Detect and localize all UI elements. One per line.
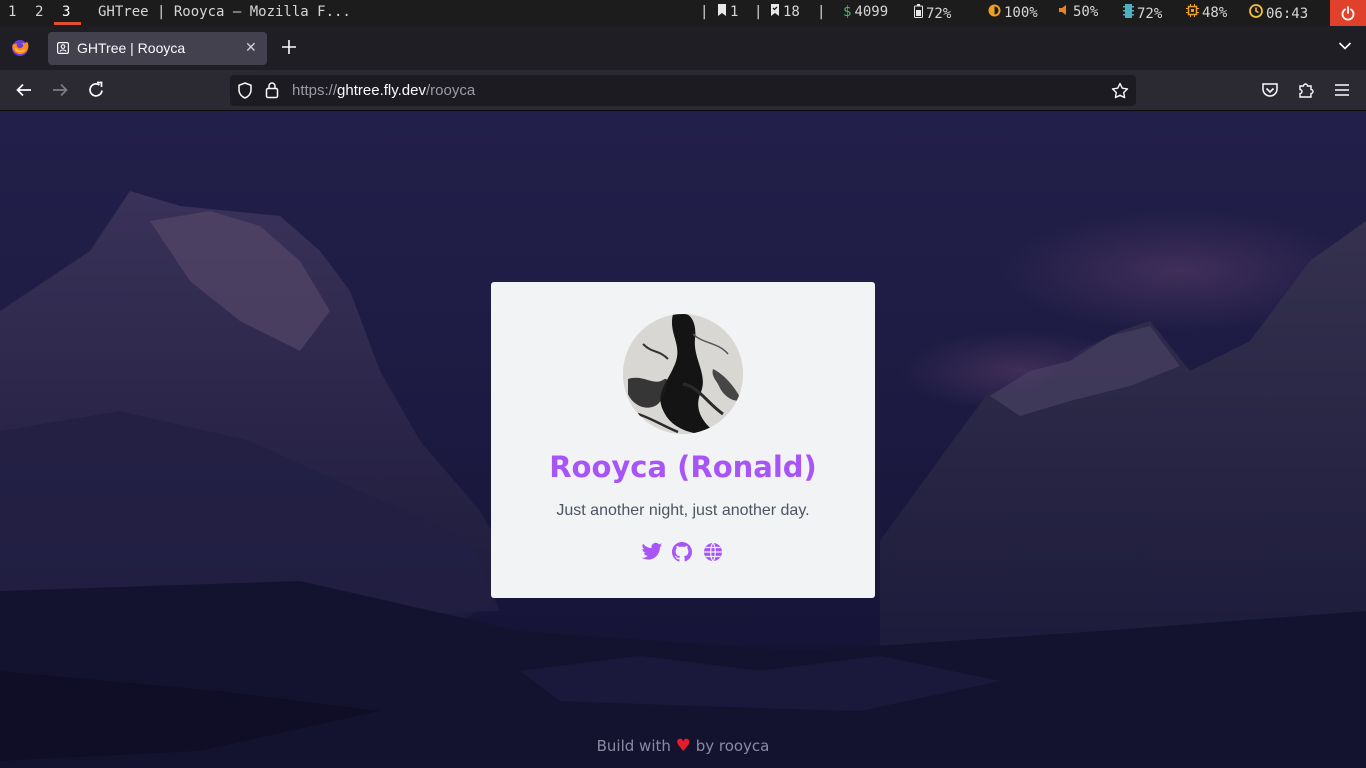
url-scheme: https:// [292,82,338,99]
power-icon [1341,5,1355,20]
firefox-icon [12,40,29,56]
brightness-stat: 100% [988,4,1038,21]
volume-value: 50% [1073,4,1099,20]
new-tab-icon[interactable] [280,38,298,56]
url-host: ghtree.fly.dev [337,82,426,99]
bookmark-icon [718,4,726,16]
website-link[interactable] [703,542,725,564]
hamburger-menu-icon[interactable] [1333,81,1351,99]
extensions-puzzle-icon[interactable] [1297,81,1315,99]
memory-icon [1123,4,1134,18]
battery-icon [914,4,923,18]
forward-arrow-icon[interactable] [51,81,69,99]
tracking-protection-shield-icon[interactable] [237,82,253,99]
cpu-stat: 48% [1186,4,1227,21]
power-button[interactable] [1330,0,1366,26]
url-text[interactable]: https://ghtree.fly.dev/rooyca [292,82,475,99]
bookmarks-count: 1 [717,4,738,20]
page-footer: Build with ♥ by rooyca [0,736,1366,756]
money-value: 4099 [854,4,889,20]
tasks-count: 18 [770,4,800,20]
volume-icon [1059,5,1066,15]
brightness-icon [988,4,1001,17]
cpu-value: 48% [1202,5,1228,21]
separator: | [700,4,709,20]
twitter-icon [641,542,663,560]
twitter-link[interactable] [641,542,663,564]
window-title: GHTree | Rooyca — Mozilla F... [98,4,351,20]
close-tab-icon[interactable]: ✕ [245,40,257,56]
heart-icon: ♥ [675,736,691,756]
volume-stat: 50% [1058,4,1098,20]
back-arrow-icon[interactable] [15,81,33,99]
bookmarks-count-value: 1 [730,4,739,20]
money-stat: $4099 [843,4,888,20]
cpu-icon [1186,4,1199,17]
brightness-value: 100% [1004,5,1038,21]
browser-tab-strip: GHTree | Rooyca ✕ [0,26,1366,70]
avatar [623,314,743,434]
tab-ghtree[interactable]: GHTree | Rooyca ✕ [48,32,267,65]
github-link[interactable] [672,542,694,564]
clock-icon [1249,4,1263,18]
bookmark-star-icon[interactable] [1111,82,1129,99]
workspace-1[interactable]: 1 [8,4,16,20]
system-status-bar: 1 2 3 GHTree | Rooyca — Mozilla F... | 1… [0,0,1366,26]
workspace-3[interactable]: 3 [62,4,70,20]
task-bookmark-icon [771,4,779,16]
profile-bio: Just another night, just another day. [556,502,810,519]
active-workspace-indicator [54,22,81,25]
clock-stat: 06:43 [1249,4,1308,22]
profile-name: Rooyca (Ronald) [549,450,817,484]
tasks-count-value: 18 [783,4,800,20]
memory-value: 72% [1137,6,1163,22]
lock-icon[interactable] [265,81,279,99]
tab-title: GHTree | Rooyca [77,40,186,56]
battery-stat: 72% [914,4,951,22]
url-path: /rooyca [425,82,476,99]
chevron-down-icon[interactable] [1338,41,1352,51]
contact-card-icon [57,42,69,54]
workspace-2[interactable]: 2 [35,4,43,20]
abstract-marble-avatar-image [623,314,743,434]
globe-icon [704,542,722,562]
footer-author-link[interactable]: by rooyca [696,737,770,755]
footer-prefix: Build with [596,737,671,755]
reload-icon[interactable] [87,81,105,99]
battery-value: 72% [926,6,952,22]
memory-stat: 72% [1123,4,1162,22]
dollar-icon: $ [843,4,852,20]
separator: | [817,4,826,20]
browser-navigation-bar: https://ghtree.fly.dev/rooyca [0,70,1366,111]
firefox-view-button[interactable] [8,37,32,59]
separator: | [754,4,763,20]
url-bar[interactable]: https://ghtree.fly.dev/rooyca [230,75,1136,106]
pocket-icon[interactable] [1261,81,1279,99]
github-icon [672,542,692,562]
clock-value: 06:43 [1266,6,1309,22]
social-links [641,542,731,564]
profile-card: Rooyca (Ronald) Just another night, just… [491,282,875,598]
page-content: Rooyca (Ronald) Just another night, just… [0,111,1366,768]
